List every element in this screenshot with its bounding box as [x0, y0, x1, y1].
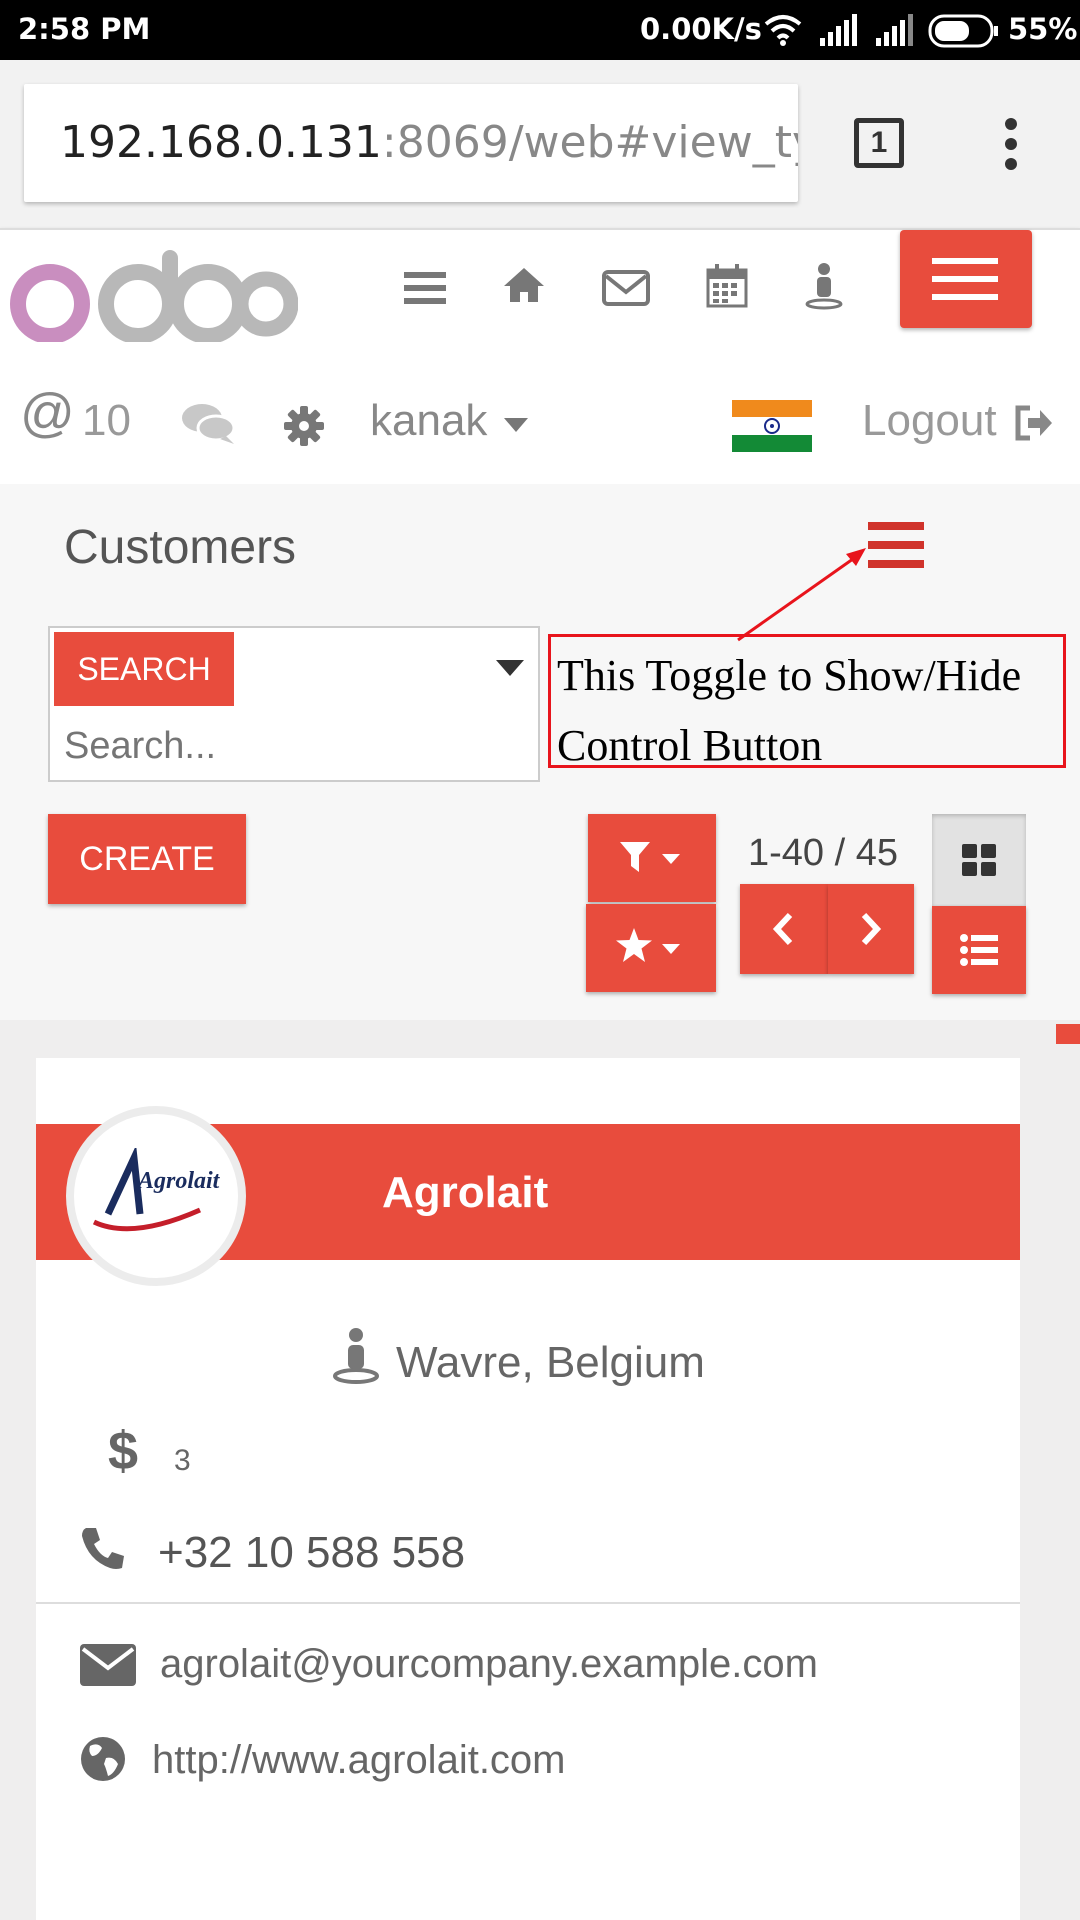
battery-percent: 55%	[1008, 12, 1078, 46]
currency-icon: $	[108, 1421, 139, 1481]
list-view-button[interactable]	[932, 906, 1026, 994]
create-button[interactable]: CREATE	[48, 814, 246, 904]
filter-button[interactable]	[588, 814, 716, 902]
url-path: :8069/web#view_ty	[381, 117, 798, 168]
menu-icon[interactable]	[404, 270, 446, 306]
user-menu[interactable]: kanak	[370, 396, 487, 446]
partner-phone[interactable]: +32 10 588 558	[158, 1528, 465, 1578]
list-icon	[960, 934, 998, 966]
contacts-icon[interactable]	[804, 262, 844, 310]
agrolait-logo: Agrolait	[92, 1148, 221, 1232]
annotation-text: This Toggle to Show/Hide Control Button	[557, 651, 1022, 770]
star-icon	[616, 928, 652, 962]
url-host: 192.168.0.131	[60, 117, 382, 168]
partner-name[interactable]: Agrolait	[382, 1168, 548, 1218]
address-bar[interactable]: 192.168.0.131:8069/web#view_ty	[24, 84, 798, 202]
kanban-view-button[interactable]	[932, 814, 1026, 906]
signal-icon-1	[820, 14, 857, 46]
user-caret-icon[interactable]	[504, 418, 528, 432]
filter-caret-icon	[662, 854, 680, 864]
partner-email[interactable]: agrolait@yourcompany.example.com	[160, 1642, 818, 1687]
kanban-card[interactable]: Agrolait Agrolait Wavre, Belgium $ 3 +32…	[36, 1058, 1020, 1920]
chevron-right-icon	[861, 912, 882, 946]
tab-switcher-button[interactable]: 1	[854, 118, 904, 168]
globe-icon	[81, 1737, 125, 1781]
home-icon[interactable]	[502, 266, 546, 304]
battery-icon	[928, 14, 998, 48]
browser-toolbar: 192.168.0.131:8069/web#view_ty 1	[0, 60, 1080, 228]
page-title: Customers	[64, 521, 297, 574]
chevron-left-icon	[772, 912, 793, 946]
search-facet-tag[interactable]: SEARCH	[54, 632, 234, 706]
pager-previous-button[interactable]	[740, 884, 828, 974]
india-flag-icon[interactable]	[732, 400, 812, 452]
status-bar: 2:58 PM 0.00K/s 55%	[0, 0, 1080, 60]
filter-icon	[620, 842, 650, 872]
favorites-caret-icon	[662, 944, 680, 954]
sign-out-icon[interactable]	[1014, 404, 1054, 442]
settings-gear-icon[interactable]	[284, 406, 324, 446]
pager-value[interactable]: 1-40 / 45	[748, 832, 898, 875]
search-box[interactable]: SEARCH	[48, 626, 540, 782]
phone-icon	[82, 1528, 124, 1569]
partner-avatar: Agrolait	[66, 1106, 246, 1286]
status-time: 2:58 PM	[18, 12, 151, 46]
chat-icon[interactable]	[180, 402, 236, 446]
logout-link[interactable]: Logout	[862, 396, 997, 446]
search-input[interactable]	[62, 720, 506, 772]
odoo-logo[interactable]	[8, 242, 298, 342]
card-divider	[36, 1602, 1020, 1604]
mail-icon[interactable]	[602, 270, 650, 306]
mentions-count[interactable]: 10	[82, 396, 131, 446]
favorites-button[interactable]	[586, 904, 716, 992]
wifi-icon	[764, 15, 802, 46]
network-speed: 0.00K/s	[640, 12, 762, 46]
annotation-arrow	[737, 548, 866, 642]
pager-next-button[interactable]	[828, 884, 914, 974]
browser-menu-icon[interactable]	[998, 114, 1024, 174]
svg-text:Agrolait: Agrolait	[136, 1168, 221, 1194]
control-panel: Customers SEARCH This Toggle to Show/Hid…	[0, 484, 1080, 1020]
app-header: @ 10 kanak Logout	[0, 228, 1080, 486]
at-icon[interactable]: @	[20, 382, 75, 444]
signal-icon-2	[876, 14, 913, 46]
email-icon	[80, 1644, 136, 1686]
scrollbar-thumb[interactable]	[1056, 1024, 1080, 1044]
partner-website[interactable]: http://www.agrolait.com	[152, 1738, 566, 1783]
navbar-toggle-button[interactable]	[900, 230, 1032, 328]
calendar-icon[interactable]	[706, 264, 748, 308]
search-options-caret-icon[interactable]	[496, 660, 524, 676]
location-icon	[333, 1328, 379, 1384]
partner-count[interactable]: 3	[174, 1444, 191, 1478]
partner-location: Wavre, Belgium	[396, 1338, 705, 1387]
hamburger-icon	[932, 258, 998, 300]
annotation-box: This Toggle to Show/Hide Control Button	[548, 634, 1066, 770]
kanban-grid-icon	[962, 844, 996, 876]
